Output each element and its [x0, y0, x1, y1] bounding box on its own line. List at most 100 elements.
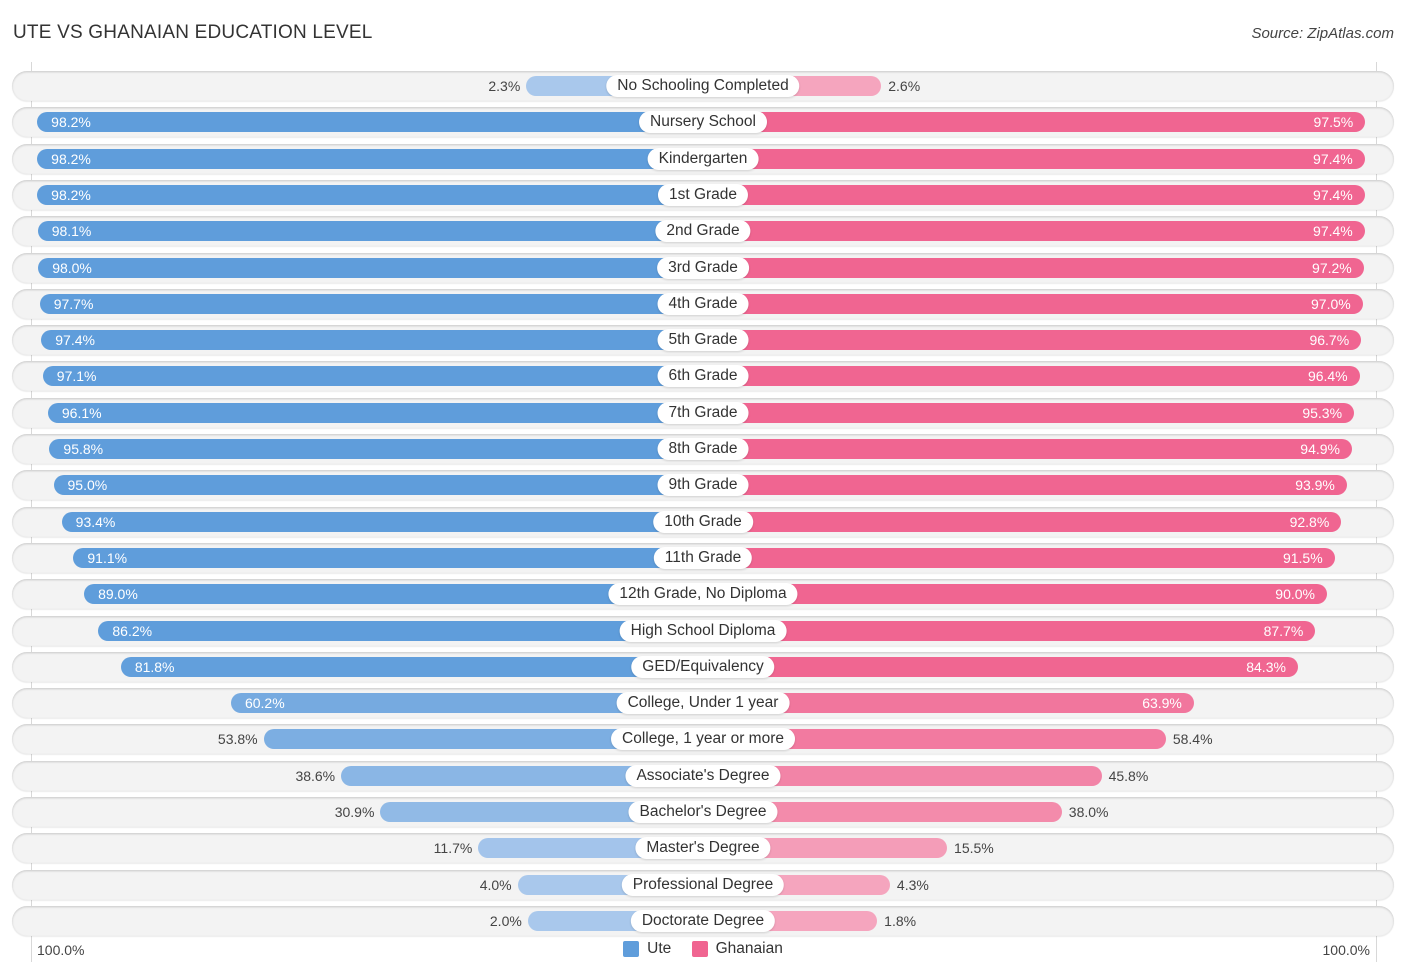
- ute-bar: [73, 547, 703, 568]
- ghanaian-bar: [703, 547, 1335, 568]
- ghanaian-bar: [703, 366, 1360, 387]
- ute-bar: [47, 402, 703, 423]
- ghanaian-value-label: 95.3%: [1302, 404, 1343, 421]
- ghanaian-value-label: 90.0%: [1275, 586, 1315, 603]
- ghanaian-value-label: 97.4%: [1313, 186, 1353, 203]
- legend-label-ute: Ute: [647, 940, 672, 957]
- category-label: Kindergarten: [647, 147, 759, 170]
- category-label: GED/Equivalency: [631, 655, 775, 678]
- ute-bar: [61, 511, 703, 532]
- legend-swatch-ute: [623, 941, 640, 957]
- category-label: 3rd Grade: [657, 256, 749, 279]
- ute-value-label: 53.8%: [217, 731, 258, 748]
- chart-row: 96.1% 95.3% 7th Grade: [12, 397, 1394, 428]
- ute-value-label: 98.0%: [52, 259, 92, 276]
- category-label: 12th Grade, No Diploma: [608, 583, 798, 606]
- ute-value-label: 98.2%: [51, 186, 91, 203]
- chart-row: 2.0% 1.8% Doctorate Degree: [12, 905, 1394, 936]
- category-label: College, 1 year or more: [611, 728, 795, 751]
- category-label: Associate's Degree: [625, 764, 781, 787]
- ute-bar: [49, 439, 703, 459]
- chart-row: 97.1% 96.4% 6th Grade: [12, 361, 1394, 392]
- ghanaian-value-label: 97.4%: [1313, 150, 1353, 167]
- ute-value-label: 97.4%: [55, 332, 95, 349]
- category-label: 1st Grade: [657, 183, 749, 206]
- legend: Ute Ghanaian: [0, 940, 1406, 962]
- chart-row: 30.9% 38.0% Bachelor's Degree: [12, 797, 1394, 827]
- ghanaian-bar: [703, 221, 1365, 242]
- category-label: 6th Grade: [657, 365, 749, 388]
- ghanaian-value-label: 91.5%: [1282, 549, 1323, 566]
- ute-bar: [41, 330, 703, 351]
- ute-bar: [37, 148, 703, 169]
- ute-value-label: 11.7%: [433, 840, 473, 857]
- chart-row: 38.6% 45.8% Associate's Degree: [12, 760, 1394, 791]
- category-label: Nursery School: [639, 111, 767, 134]
- chart-row: 98.2% 97.4% 1st Grade: [12, 179, 1394, 210]
- ghanaian-bar: [703, 293, 1363, 314]
- category-label: Doctorate Degree: [630, 909, 776, 932]
- ghanaian-bar: [703, 475, 1347, 496]
- ute-value-label: 91.1%: [87, 549, 128, 566]
- source-label: Source: ZipAtlas.com: [1251, 25, 1394, 42]
- ghanaian-value-label: 97.2%: [1312, 259, 1352, 276]
- ghanaian-bar: [703, 148, 1365, 169]
- ute-bar: [37, 112, 703, 133]
- category-label: 5th Grade: [657, 329, 749, 352]
- legend-label-ghanaian: Ghanaian: [715, 940, 783, 957]
- ute-bar: [37, 184, 703, 205]
- ute-value-label: 89.0%: [98, 586, 138, 603]
- ghanaian-value-label: 96.4%: [1307, 368, 1348, 385]
- ute-bar: [53, 475, 703, 496]
- ghanaian-bar: [703, 402, 1355, 423]
- ghanaian-value-label: 38.0%: [1068, 804, 1109, 820]
- ute-value-label: 97.7%: [53, 295, 94, 312]
- ute-value-label: 97.1%: [56, 368, 97, 385]
- ute-bar: [38, 257, 703, 278]
- legend-item-ghanaian: Ghanaian: [691, 940, 783, 958]
- ghanaian-value-label: 96.7%: [1309, 332, 1350, 349]
- category-label: 8th Grade: [657, 438, 749, 460]
- category-label: 10th Grade: [653, 510, 753, 533]
- ute-value-label: 60.2%: [244, 695, 285, 712]
- chart-row: 98.2% 97.4% Kindergarten: [12, 143, 1394, 174]
- ute-value-label: 2.0%: [489, 912, 522, 929]
- ute-bar: [39, 293, 703, 314]
- ghanaian-bar: [703, 184, 1365, 205]
- ghanaian-value-label: 97.0%: [1311, 295, 1351, 312]
- category-label: Professional Degree: [621, 873, 785, 896]
- ute-value-label: 2.3%: [488, 78, 521, 94]
- category-label: High School Diploma: [619, 619, 787, 642]
- chart-row: 97.7% 97.0% 4th Grade: [12, 288, 1394, 319]
- ute-bar: [37, 221, 703, 242]
- ute-value-label: 95.8%: [63, 441, 104, 457]
- chart-row: 81.8% 84.3% GED/Equivalency: [12, 651, 1394, 682]
- ghanaian-bar: [703, 439, 1352, 459]
- chart-row: 95.8% 94.9% 8th Grade: [12, 434, 1394, 464]
- chart-row: 89.0% 90.0% 12th Grade, No Diploma: [12, 579, 1394, 610]
- chart-row: 98.1% 97.4% 2nd Grade: [12, 216, 1394, 247]
- ghanaian-value-label: 97.4%: [1313, 223, 1353, 240]
- chart-row: 2.3% 2.6% No Schooling Completed: [12, 71, 1394, 101]
- ute-value-label: 30.9%: [334, 804, 375, 820]
- category-label: 4th Grade: [657, 292, 749, 315]
- ghanaian-value-label: 94.9%: [1300, 441, 1340, 457]
- ghanaian-value-label: 15.5%: [954, 840, 994, 857]
- chart-title: UTE VS GHANAIAN EDUCATION LEVEL: [13, 22, 373, 43]
- ghanaian-bar: [703, 511, 1342, 532]
- ute-bar: [42, 366, 703, 387]
- ute-value-label: 93.4%: [75, 513, 116, 530]
- category-label: 11th Grade: [653, 546, 753, 569]
- ute-value-label: 38.6%: [295, 767, 336, 784]
- ute-value-label: 4.0%: [479, 876, 512, 893]
- ghanaian-value-label: 1.8%: [884, 912, 917, 929]
- chart-row: 60.2% 63.9% College, Under 1 year: [12, 688, 1394, 719]
- category-label: Master's Degree: [635, 837, 771, 860]
- category-label: College, Under 1 year: [616, 692, 790, 715]
- ghanaian-bar: [703, 330, 1362, 351]
- ute-value-label: 95.0%: [67, 477, 108, 494]
- chart-row: 86.2% 87.7% High School Diploma: [12, 615, 1394, 646]
- ghanaian-bar: [703, 656, 1298, 677]
- ghanaian-value-label: 87.7%: [1263, 622, 1304, 639]
- category-label: 7th Grade: [657, 401, 749, 424]
